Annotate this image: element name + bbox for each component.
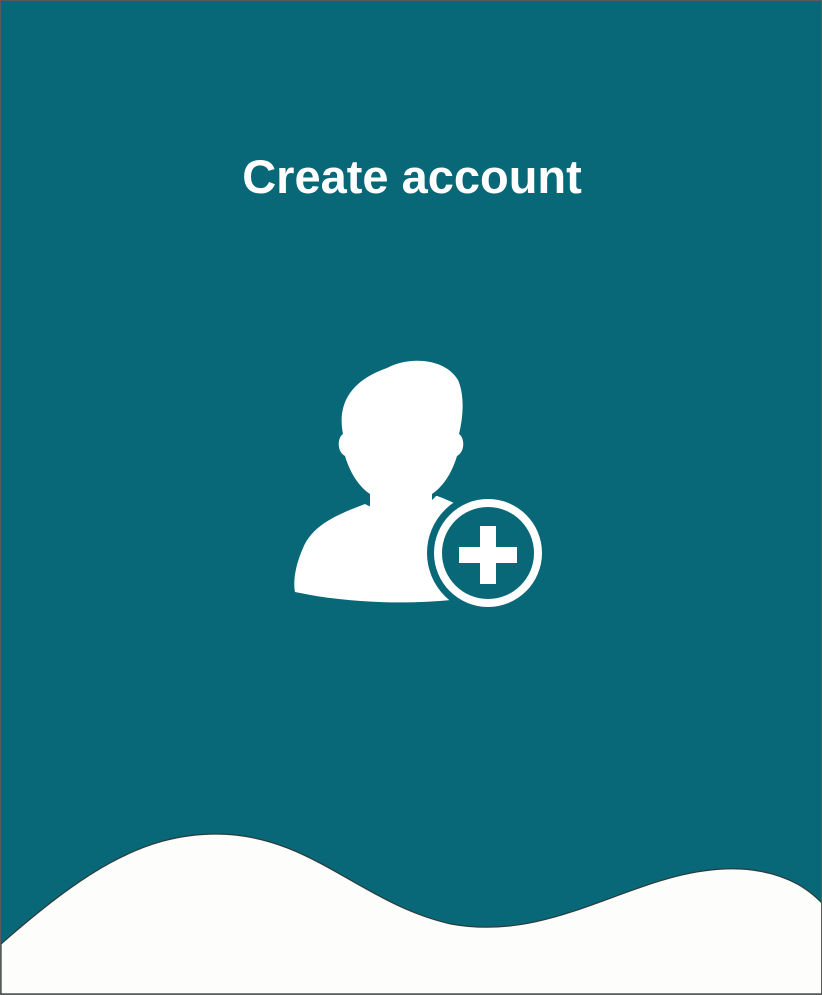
add-user-icon [294, 360, 549, 614]
decorative-wave [1, 833, 821, 994]
page-title: Create account [242, 150, 582, 203]
create-account-screen: Create account [0, 0, 822, 995]
add-user-button[interactable] [291, 356, 553, 618]
